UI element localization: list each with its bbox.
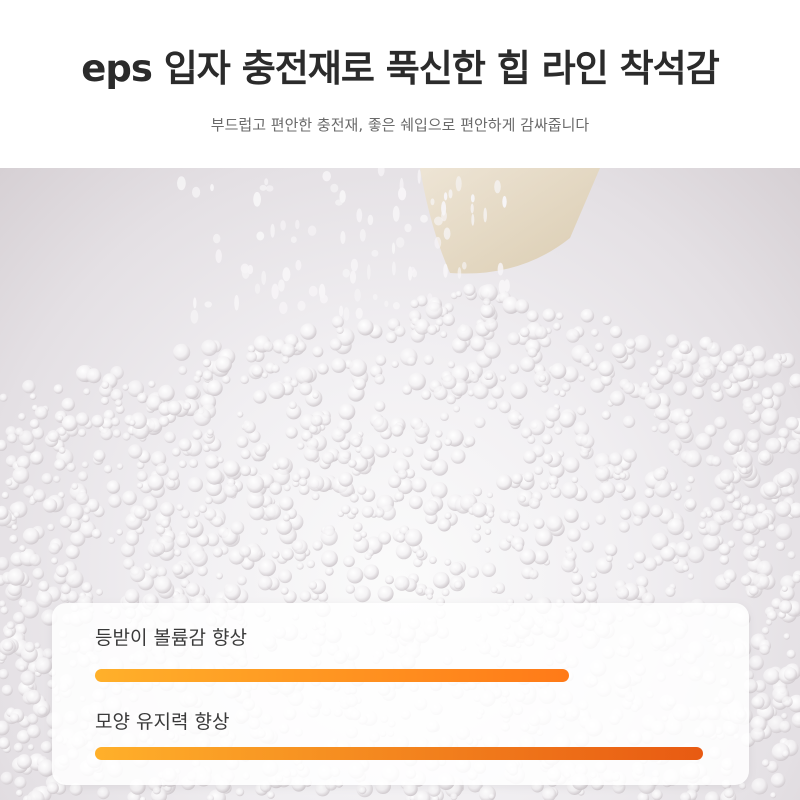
feature-panel: 등받이 볼륨감 향상 모양 유지력 향상 [52,603,749,785]
progress-fill-volume [95,669,570,682]
stat-label-volume: 등받이 볼륨감 향상 [95,627,247,649]
stat-label-shape: 모양 유지력 향상 [95,711,230,733]
header: eps 입자 충전재로 푹신한 힙 라인 착석감 부드럽고 편안한 충전재, 좋… [0,0,800,168]
page-title: eps 입자 충전재로 푹신한 힙 라인 착석감 [81,47,720,90]
page-subtitle: 부드럽고 편안한 충전재, 좋은 쉐입으로 편안하게 감싸줍니다 [210,116,590,134]
product-detail-page: eps 입자 충전재로 푹신한 힙 라인 착석감 부드럽고 편안한 충전재, 좋… [0,0,800,800]
progress-track-volume [95,669,703,682]
progress-fill-shape [95,747,703,760]
progress-track-shape [95,747,703,760]
